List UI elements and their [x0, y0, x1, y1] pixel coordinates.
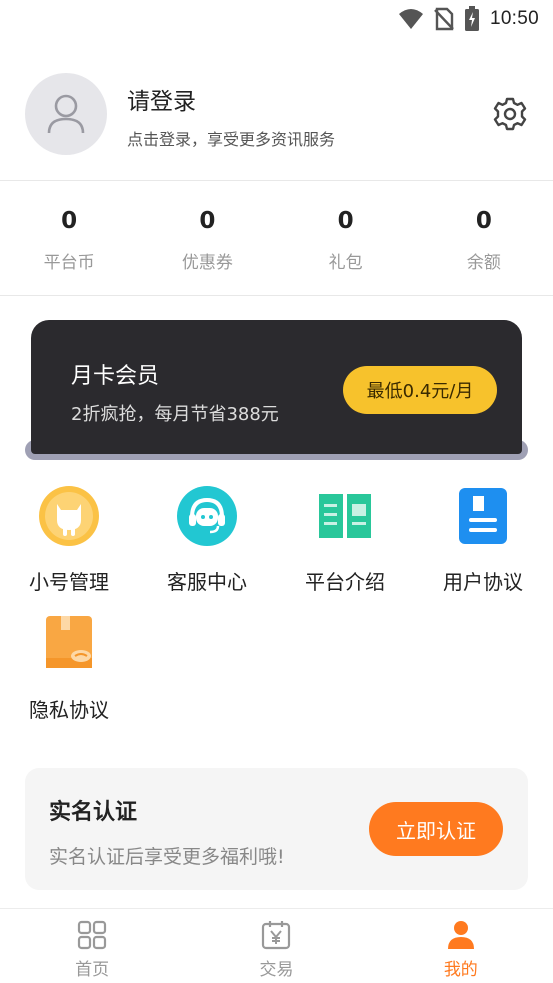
stat-value: 0 — [337, 208, 354, 234]
divider — [0, 295, 553, 296]
stat-gift[interactable]: 0 礼包 — [277, 196, 415, 286]
menu-label: 平台介绍 — [305, 570, 385, 594]
cat-icon — [39, 486, 99, 546]
menu-item-user-agreement[interactable]: 用户协议 — [414, 486, 552, 596]
menu-label: 隐私协议 — [29, 698, 109, 722]
divider — [0, 180, 553, 181]
stat-label: 优惠券 — [181, 253, 233, 273]
privacy-doc-icon — [46, 616, 92, 668]
login-subtitle: 点击登录，享受更多资讯服务 — [127, 130, 336, 149]
tab-home[interactable]: 首页 — [0, 909, 184, 983]
wifi-icon — [398, 9, 423, 29]
stat-coupon[interactable]: 0 优惠券 — [138, 196, 276, 286]
vip-price-button[interactable]: 最低0.4元/月 — [343, 366, 497, 414]
stat-label: 礼包 — [328, 253, 363, 273]
vip-card[interactable]: 月卡会员 2折疯抢，每月节省388元 最低0.4元/月 — [31, 320, 522, 454]
tab-mine[interactable]: 我的 — [369, 909, 553, 983]
battery-charging-icon — [464, 6, 479, 31]
vip-subtitle: 2折疯抢，每月节省388元 — [71, 404, 279, 425]
verify-card: 实名认证 实名认证后享受更多福利哦! 立即认证 — [25, 768, 528, 890]
stat-label: 平台币 — [43, 253, 95, 273]
user-icon — [447, 921, 474, 949]
vip-title: 月卡会员 — [71, 364, 160, 389]
login-title[interactable]: 请登录 — [127, 82, 196, 116]
tab-label: 首页 — [75, 960, 110, 980]
status-time: 10:50 — [489, 8, 539, 29]
stat-value: 0 — [61, 208, 78, 234]
menu-item-privacy[interactable]: 隐私协议 — [0, 614, 138, 724]
stats-row: 0 平台币 0 优惠券 0 礼包 0 余额 — [0, 196, 553, 286]
stat-platform-coin[interactable]: 0 平台币 — [0, 196, 138, 286]
bottom-tab-bar: 首页 交易 我的 — [0, 908, 553, 983]
verify-subtitle: 实名认证后享受更多福利哦! — [49, 846, 285, 868]
grid-icon — [78, 920, 107, 950]
menu-label: 客服中心 — [167, 570, 247, 594]
stat-balance[interactable]: 0 余额 — [415, 196, 553, 286]
tab-label: 我的 — [443, 960, 478, 980]
stat-value: 0 — [475, 208, 492, 234]
menu-item-support[interactable]: 客服中心 — [138, 486, 276, 596]
menu-item-account[interactable]: 小号管理 — [0, 486, 138, 596]
settings-gear-icon[interactable] — [492, 96, 528, 132]
menu-item-about[interactable]: 平台介绍 — [276, 486, 414, 596]
headset-icon — [177, 486, 237, 546]
status-icons: 10:50 — [398, 6, 539, 32]
calendar-yen-icon — [262, 921, 291, 950]
stat-value: 0 — [199, 208, 216, 234]
status-bar: 10:50 — [0, 0, 553, 40]
verify-title: 实名认证 — [49, 800, 138, 825]
tab-label: 交易 — [259, 960, 294, 980]
profile-header[interactable]: 请登录 点击登录，享受更多资讯服务 — [0, 60, 553, 180]
book-icon — [319, 494, 371, 538]
menu-label: 用户协议 — [443, 570, 523, 594]
menu-label: 小号管理 — [29, 570, 109, 594]
avatar[interactable] — [25, 73, 107, 155]
document-icon — [459, 488, 507, 544]
no-sim-icon — [434, 7, 454, 31]
verify-now-button[interactable]: 立即认证 — [369, 802, 503, 856]
stat-label: 余额 — [466, 253, 501, 273]
tab-trade[interactable]: 交易 — [184, 909, 368, 983]
user-placeholder-icon — [47, 94, 85, 134]
